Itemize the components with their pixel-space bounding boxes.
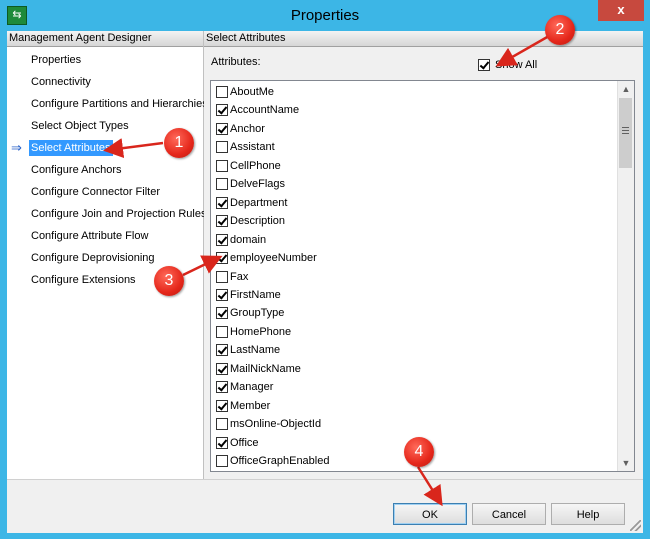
attribute-label: HomePhone — [230, 325, 292, 338]
attribute-label: CellPhone — [230, 159, 281, 172]
attribute-checkbox[interactable] — [216, 233, 228, 246]
attribute-label: employeeNumber — [230, 252, 317, 265]
resize-grip-icon[interactable] — [630, 520, 641, 531]
thumb-grip-icon — [622, 127, 629, 136]
attribute-label: AboutMe — [230, 86, 275, 98]
scroll-thumb[interactable] — [619, 98, 632, 168]
attribute-checkbox[interactable] — [216, 307, 228, 320]
attribute-checkbox[interactable] — [216, 455, 228, 467]
nav-item-connectivity[interactable]: Connectivity — [29, 74, 93, 90]
properties-window: ⇆ Properties x Management Agent Designer… — [0, 0, 650, 539]
attribute-label: LastName — [230, 344, 281, 357]
attribute-checkbox[interactable] — [216, 159, 228, 172]
show-all-checkbox-box[interactable] — [478, 59, 490, 71]
selected-arrow-icon: ⇒ — [11, 140, 22, 155]
attribute-checkbox[interactable] — [216, 381, 228, 394]
attribute-label: MailNickName — [230, 362, 301, 375]
attribute-checkbox[interactable] — [216, 288, 228, 301]
attribute-checkbox[interactable] — [216, 196, 228, 209]
attribute-checkbox[interactable] — [216, 215, 228, 228]
attribute-checkbox[interactable] — [216, 122, 228, 135]
attribute-label: msOnline-ObjectId — [230, 418, 322, 431]
attribute-checkbox[interactable] — [216, 141, 228, 154]
nav-item-configure-anchors[interactable]: Configure Anchors — [29, 162, 124, 178]
button-bar: OK Cancel Help — [7, 479, 643, 533]
attribute-label: Member — [230, 399, 271, 412]
navigation-pane-header: Management Agent Designer — [7, 31, 203, 47]
attribute-checkbox[interactable] — [216, 436, 228, 449]
attribute-label: Office — [230, 436, 259, 449]
dialog-client-area: Management Agent Designer ⇒ Properties Co… — [7, 31, 643, 533]
ok-button[interactable]: OK — [393, 503, 467, 525]
attribute-checkbox[interactable] — [216, 104, 228, 117]
attributes-list[interactable]: AboutMe AccountName Anchor Assistant CellPho… — [210, 80, 635, 472]
attribute-label: GroupType — [230, 307, 285, 320]
nav-item-configure-join-and-projection-rules[interactable]: Configure Join and Projection Rules — [29, 206, 209, 222]
nav-item-configure-attribute-flow[interactable]: Configure Attribute Flow — [29, 228, 150, 244]
attribute-checkbox[interactable] — [216, 418, 228, 431]
attribute-label: Anchor — [230, 122, 265, 135]
nav-item-configure-extensions[interactable]: Configure Extensions — [29, 272, 138, 288]
attribute-label: Description — [230, 215, 286, 228]
attribute-label: FirstName — [230, 288, 281, 301]
callout-badge-3: 3 — [154, 266, 184, 296]
navigation-pane: Management Agent Designer ⇒ Properties Co… — [7, 31, 208, 479]
attribute-label: Department — [230, 196, 288, 209]
scroll-down-icon[interactable]: ▼ — [618, 455, 634, 471]
nav-item-configure-deprovisioning[interactable]: Configure Deprovisioning — [29, 250, 157, 266]
attribute-label: AccountName — [230, 104, 300, 117]
nav-item-properties[interactable]: Properties — [29, 52, 83, 68]
close-button[interactable]: x — [598, 0, 644, 21]
attribute-checkbox[interactable] — [216, 344, 228, 357]
nav-item-select-attributes[interactable]: Select Attributes — [29, 140, 113, 156]
attribute-label: Fax — [230, 270, 249, 283]
nav-item-configure-connector-filter[interactable]: Configure Connector Filter — [29, 184, 162, 200]
attribute-checkbox[interactable] — [216, 270, 228, 283]
scroll-up-icon[interactable]: ▲ — [618, 81, 634, 97]
callout-badge-2: 2 — [545, 15, 575, 45]
nav-item-select-object-types[interactable]: Select Object Types — [29, 118, 131, 134]
attribute-checkbox[interactable] — [216, 362, 228, 375]
vertical-scrollbar[interactable]: ▲ ▼ — [617, 81, 634, 471]
cancel-button[interactable]: Cancel — [472, 503, 546, 525]
attribute-label: DelveFlags — [230, 178, 286, 191]
attribute-label: Assistant — [230, 141, 275, 154]
callout-badge-4: 4 — [404, 437, 434, 467]
show-all-label: Show All — [495, 59, 538, 71]
callout-badge-1: 1 — [164, 128, 194, 158]
select-attributes-pane: Select Attributes Attributes: Show All A… — [204, 31, 643, 479]
attribute-label: Manager — [230, 381, 274, 394]
attribute-label: domain — [230, 233, 267, 246]
select-attributes-header: Select Attributes — [204, 31, 643, 47]
attribute-label: OfficeGraphEnabled — [230, 455, 330, 467]
attribute-checkbox[interactable] — [216, 399, 228, 412]
help-button[interactable]: Help — [551, 503, 625, 525]
attributes-label: Attributes: — [211, 56, 261, 68]
attribute-checkbox[interactable] — [216, 86, 228, 98]
nav-item-configure-partitions-and-hierarchies[interactable]: Configure Partitions and Hierarchies — [29, 96, 210, 112]
attribute-checkbox[interactable] — [216, 252, 228, 265]
attribute-checkbox[interactable] — [216, 325, 228, 338]
attribute-checkbox[interactable] — [216, 178, 228, 191]
